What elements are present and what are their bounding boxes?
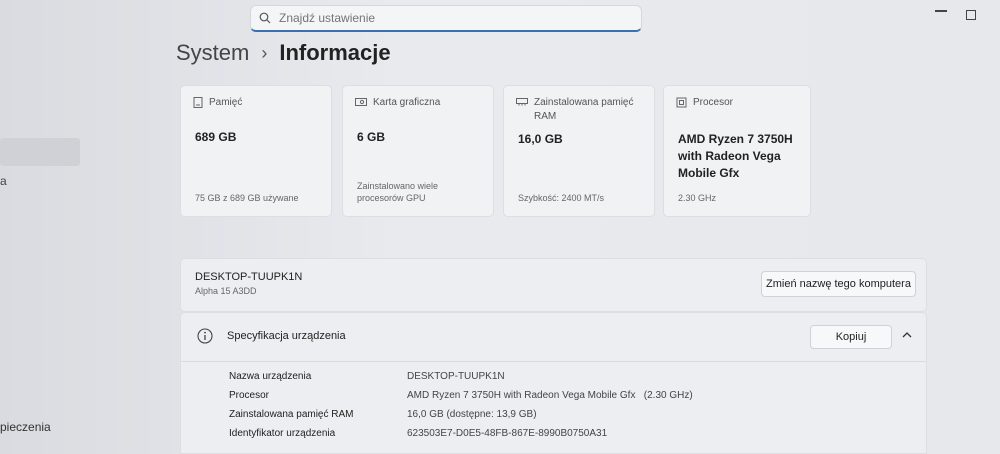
ram-label: Zainstalowana pamięć RAM [534,97,634,122]
search-input[interactable] [277,10,611,26]
info-icon [197,328,213,344]
chevron-up-icon[interactable] [901,329,913,341]
spec-value-ram: 16,0 GB (dostępne: 13,9 GB) [407,409,537,420]
gpu-value: 6 GB [357,130,386,144]
page-title: Informacje [279,40,391,65]
rename-pc-button[interactable]: Zmień nazwę tego komputera [761,271,916,297]
search-box[interactable] [250,5,642,32]
spec-label-processor: Procesor [229,390,270,401]
ram-speed: Szybkość: 2400 MT/s [518,193,605,203]
spec-divider [181,361,926,362]
storage-icon [193,97,203,108]
breadcrumb-separator: › [261,42,268,63]
device-specifications-panel: Specyfikacja urządzenia Kopiuj Nazwa urz… [180,312,927,454]
minimize-button[interactable] [935,10,947,12]
breadcrumb-system-link[interactable]: System [176,40,249,66]
settings-sidebar: a pieczenia [0,0,160,450]
spec-header[interactable]: Specyfikacja urządzenia [197,328,346,344]
search-icon [259,12,271,24]
processor-card[interactable]: Procesor AMD Ryzen 7 3750H with Radeon V… [663,85,811,217]
spec-value-device-id: 623503E7-D0E5-48FB-867E-8990B0750A31 [407,428,608,439]
maximize-button[interactable] [966,10,976,20]
sidebar-item-privacy-security[interactable]: pieczenia [0,420,51,434]
sidebar-item-fragment[interactable]: a [0,174,7,188]
ram-value: 16,0 GB [518,132,563,146]
gpu-label: Karta graficzna [373,97,441,108]
spec-value-processor: AMD Ryzen 7 3750H with Radeon Vega Mobil… [407,390,693,401]
gpu-icon [355,98,367,106]
device-name: DESKTOP-TUUPK1N [195,271,303,283]
breadcrumb: System › Informacje [176,40,391,66]
device-name-panel: DESKTOP-TUUPK1N Alpha 15 A3DD Zmień nazw… [180,258,927,312]
gpu-sub: Zainstalowano wiele procesorów GPU [357,181,439,203]
ram-icon [516,98,528,106]
storage-label: Pamięć [209,97,243,108]
processor-label: Procesor [693,97,734,108]
storage-usage: 75 GB z 689 GB używane [195,193,299,203]
storage-value: 689 GB [195,130,237,144]
spec-label-device-id: Identyfikator urządzenia [229,428,336,439]
processor-value: AMD Ryzen 7 3750H with Radeon Vega Mobil… [678,132,793,180]
copy-button[interactable]: Kopiuj [810,325,892,349]
processor-icon [676,97,687,108]
device-model: Alpha 15 A3DD [195,286,257,296]
ram-card[interactable]: Zainstalowana pamięć RAM 16,0 GB Szybkoś… [503,85,655,217]
processor-speed: 2.30 GHz [678,193,717,203]
storage-card[interactable]: Pamięć 689 GB 75 GB z 689 GB używane [180,85,332,217]
spec-title: Specyfikacja urządzenia [227,330,346,342]
spec-label-device-name: Nazwa urządzenia [229,371,312,382]
sidebar-selected-item[interactable] [0,138,80,166]
gpu-card[interactable]: Karta graficzna 6 GB Zainstalowano wiele… [342,85,494,217]
spec-value-device-name: DESKTOP-TUUPK1N [407,371,505,382]
spec-label-ram: Zainstalowana pamięć RAM [229,409,354,420]
